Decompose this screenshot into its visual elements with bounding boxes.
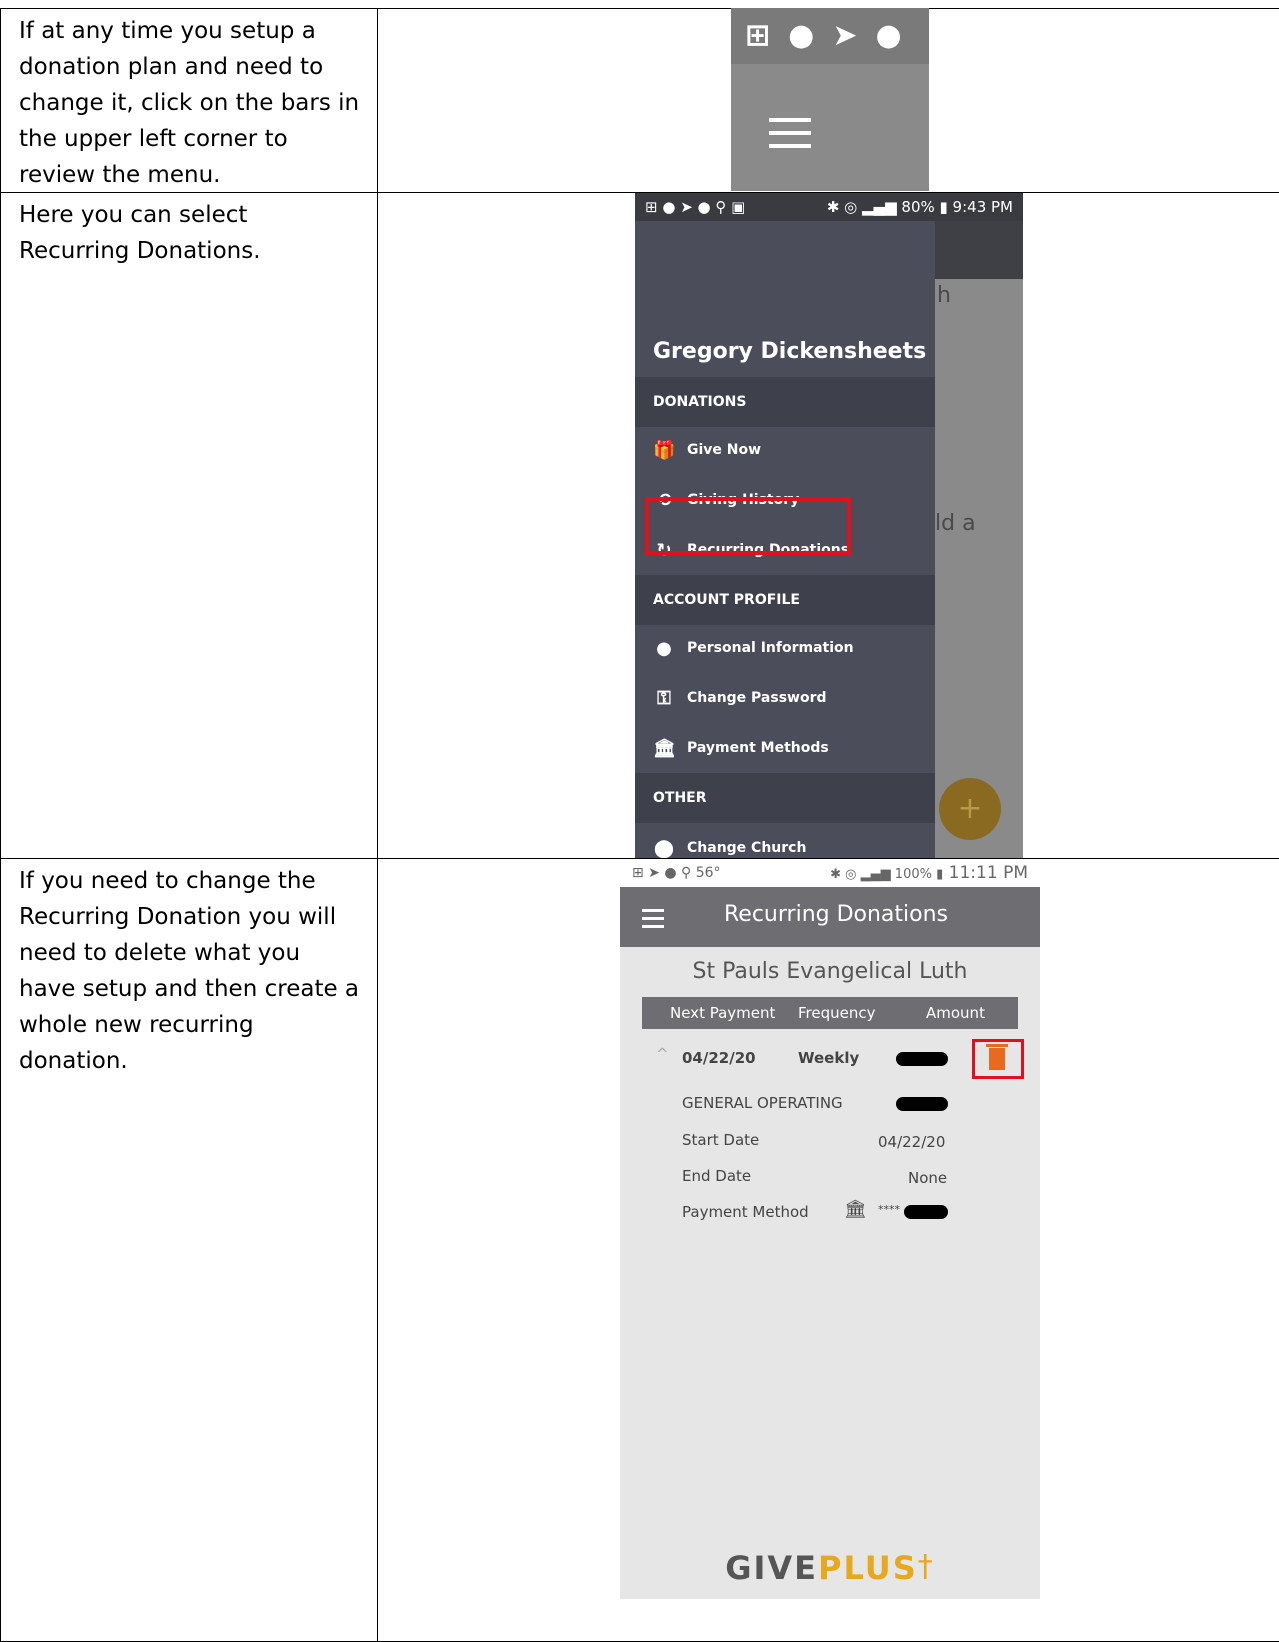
menu-item-change-password[interactable]: ⚿ Change Password [653, 683, 826, 713]
menu-item-personal-information[interactable]: ● Personal Information [653, 633, 853, 663]
user-name: Gregory Dickensheets [653, 339, 927, 364]
amount-redacted [896, 1052, 948, 1066]
instruction-row: Here you can select Recurring Donations.… [0, 192, 1279, 885]
instruction-row: If at any time you setup a donation plan… [0, 8, 1279, 192]
gift-icon: 🎁 [653, 439, 676, 461]
trash-icon [986, 1044, 1008, 1070]
collapse-chevron-icon[interactable]: ^ [656, 1045, 669, 1063]
delete-button[interactable] [972, 1039, 1024, 1079]
section-other: OTHER [635, 773, 935, 823]
table-header: Next Payment Frequency Amount [642, 997, 1018, 1029]
next-payment-value[interactable]: 04/22/20 [682, 1049, 756, 1067]
screenshot-navigation-drawer: ⊞ ● ➤ ● ⚲ ▣ ✱ ◎ ▂▄▆ 80% ▮ 9:43 PM h ld a… [635, 193, 1023, 885]
location-icon: ➤ [832, 18, 858, 53]
hamburger-menu-icon[interactable] [642, 909, 664, 933]
app-bar: Recurring Donations [620, 887, 1040, 947]
end-date-label: End Date [682, 1167, 752, 1185]
instruction-row: If you need to change the Recurring Dona… [0, 858, 1279, 1642]
column-next-payment: Next Payment [670, 1004, 776, 1022]
status-right: ✱ ◎ ▂▄▆ 80% ▮ 9:43 PM [826, 198, 1013, 216]
user-icon: ● [656, 637, 672, 659]
background-text: h [937, 283, 951, 308]
frequency-value[interactable]: Weekly [798, 1049, 859, 1067]
giveplus-logo: GIVEPLUS† [725, 1549, 935, 1587]
screenshot-menu-button: ⊞ ● ➤ ● [731, 8, 929, 191]
instruction-text: Here you can select Recurring Donations. [0, 193, 378, 858]
screenshot-cell: ⊞ ➤ ● ⚲ 56° ✱ ◎ ▂▄▆ 100% ▮ 11:11 PM Recu… [378, 859, 1279, 1641]
menu-item-payment-methods[interactable]: 🏛 Payment Methods [653, 733, 829, 763]
column-amount: Amount [926, 1004, 985, 1022]
instruction-text: If at any time you setup a donation plan… [0, 9, 378, 192]
fund-name: GENERAL OPERATING [682, 1094, 843, 1112]
payment-method-label: Payment Method [682, 1203, 809, 1221]
payment-method-mask: **** [878, 1203, 900, 1216]
fund-amount-redacted [896, 1097, 948, 1111]
status-right: ✱ ◎ ▂▄▆ 100% ▮ 11:11 PM [830, 863, 1028, 883]
notification-icons: ⊞ ➤ ● ⚲ 56° [632, 865, 721, 881]
bank-icon: 🏛 [653, 737, 676, 759]
app-bar [935, 221, 1023, 279]
highlight-box [645, 497, 851, 555]
app-icon: ● [788, 18, 815, 53]
page-title: Recurring Donations [724, 902, 949, 927]
location-pin-icon: ⬤ [653, 837, 675, 859]
screenshot-recurring-donations: ⊞ ➤ ● ⚲ 56° ✱ ◎ ▂▄▆ 100% ▮ 11:11 PM Recu… [620, 859, 1040, 1599]
background-text: ld a [935, 511, 976, 536]
key-icon: ⚿ [657, 687, 671, 709]
status-bar: ⊞ ● ➤ ● ⚲ ▣ ✱ ◎ ▂▄▆ 80% ▮ 9:43 PM [635, 193, 1023, 221]
section-donations: DONATIONS [635, 377, 935, 427]
menu-item-give-now[interactable]: 🎁 Give Now [653, 435, 761, 465]
status-bar: ⊞ ➤ ● ⚲ 56° ✱ ◎ ▂▄▆ 100% ▮ 11:11 PM [620, 859, 1040, 887]
instruction-text: If you need to change the Recurring Dona… [0, 859, 378, 1641]
hamburger-menu-icon[interactable] [769, 118, 811, 148]
screenshot-cell: ⊞ ● ➤ ● ⚲ ▣ ✱ ◎ ▂▄▆ 80% ▮ 9:43 PM h ld a… [378, 193, 1279, 885]
section-account-profile: ACCOUNT PROFILE [635, 575, 935, 625]
column-frequency: Frequency [798, 1004, 876, 1022]
notification-icon: ⊞ [745, 18, 771, 53]
start-date-label: Start Date [682, 1131, 760, 1149]
bank-icon: 🏛 [844, 1199, 867, 1220]
app-icon-2: ● [875, 18, 902, 53]
add-fab-button[interactable]: + [939, 778, 1001, 840]
end-date-value: None [908, 1169, 948, 1187]
church-name: St Pauls Evangelical Luth [692, 959, 968, 984]
notification-icons: ⊞ ● ➤ ● ⚲ ▣ [645, 198, 746, 216]
payment-method-redacted [904, 1205, 948, 1219]
start-date-value: 04/22/20 [878, 1133, 946, 1151]
screenshot-cell: ⊞ ● ➤ ● [378, 8, 1279, 192]
status-bar: ⊞ ● ➤ ● [731, 8, 929, 64]
